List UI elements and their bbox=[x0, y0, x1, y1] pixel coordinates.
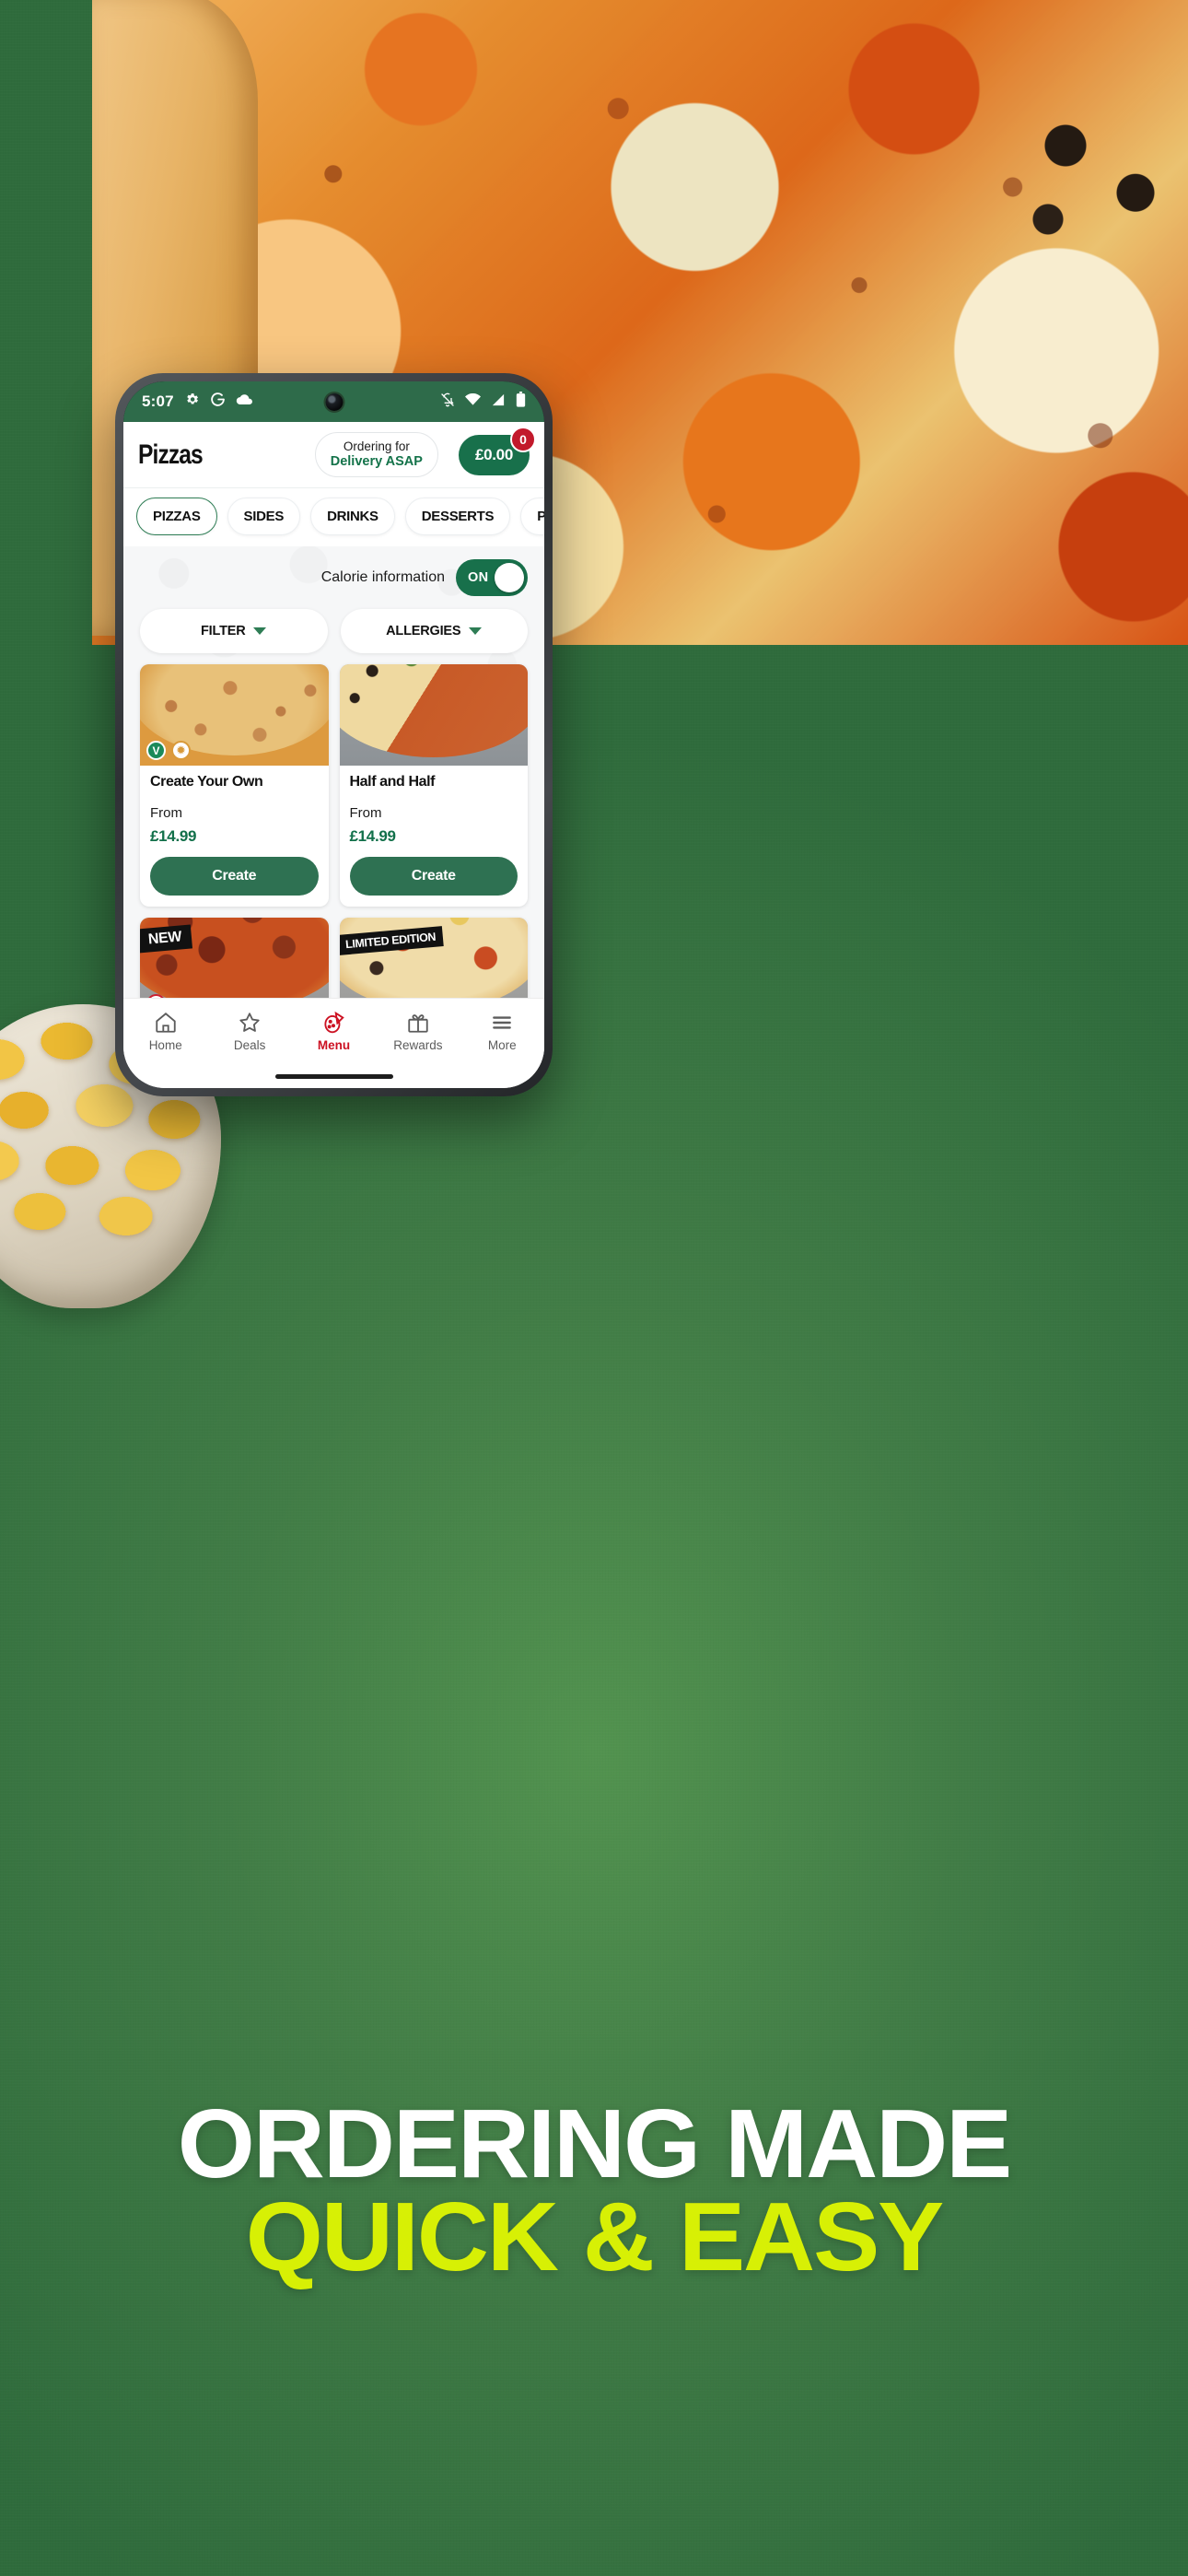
marketing-line-2: QUICK & EASY bbox=[245, 2183, 945, 2292]
calorie-toggle-state: ON bbox=[468, 570, 489, 585]
nav-item-rewards[interactable]: Rewards bbox=[376, 1011, 460, 1052]
phone-mockup: 5:07 Pizzas Ordering for Delivery ASAP £… bbox=[115, 373, 553, 1096]
allergies-button-label: ALLERGIES bbox=[386, 624, 461, 638]
nav-label-home: Home bbox=[148, 1038, 182, 1052]
tab-drinks[interactable]: DRINKS bbox=[310, 498, 395, 535]
product-body: Half and Half From £14.99 Create bbox=[340, 766, 529, 907]
star-icon bbox=[239, 1013, 260, 1032]
product-image: LIMITED EDITION bbox=[339, 918, 528, 998]
allergies-button[interactable]: ALLERGIES bbox=[340, 609, 528, 653]
product-title: Create Your Own bbox=[150, 774, 263, 790]
filter-button[interactable]: FILTER bbox=[140, 609, 328, 653]
hero-olives bbox=[1013, 101, 1188, 249]
create-button[interactable]: Create bbox=[349, 857, 518, 896]
nav-label-deals: Deals bbox=[233, 1038, 266, 1052]
page-title: Pizzas bbox=[138, 439, 204, 470]
product-card[interactable]: Half and Half From £14.99 Create bbox=[339, 664, 529, 907]
home-icon bbox=[156, 1013, 176, 1033]
nav-item-deals[interactable]: Deals bbox=[207, 1011, 291, 1052]
marketing-line-1: ORDERING MADE bbox=[177, 2090, 1013, 2198]
ordering-for-value: Delivery ASAP bbox=[330, 453, 423, 469]
tab-desserts[interactable]: DESSERTS bbox=[404, 498, 511, 535]
gluten-icon: ✹ bbox=[171, 741, 191, 760]
calorie-info-label: Calorie information bbox=[320, 569, 445, 585]
vegetarian-icon: V bbox=[146, 741, 166, 760]
filter-row: FILTER ALLERGIES bbox=[123, 602, 544, 664]
product-title: Half and Half bbox=[349, 774, 436, 790]
chevron-down-icon bbox=[469, 627, 483, 635]
hamburger-menu-icon bbox=[493, 1016, 512, 1029]
tab-papa[interactable]: PAPA bbox=[520, 498, 544, 535]
product-price-label: From bbox=[349, 805, 382, 821]
product-card[interactable]: LIMITED EDITION All Day Breakfast 10 sli… bbox=[339, 918, 528, 998]
chevron-down-icon bbox=[253, 627, 267, 635]
tab-sides[interactable]: SIDES bbox=[227, 498, 301, 535]
create-button[interactable]: Create bbox=[150, 857, 319, 896]
signal-icon bbox=[491, 393, 506, 411]
calorie-info-row: Calorie information ON bbox=[123, 546, 544, 602]
marketing-text: ORDERING MADE QUICK & EASY bbox=[0, 2090, 1188, 2292]
wifi-icon bbox=[465, 392, 481, 411]
nav-item-menu[interactable]: Menu bbox=[292, 1011, 376, 1052]
basket-count-badge: 0 bbox=[510, 426, 536, 452]
product-card[interactable]: V ✹ Create Your Own From £14.99 Create bbox=[140, 664, 329, 907]
product-body: Create Your Own From £14.99 Create bbox=[140, 766, 329, 907]
nav-label-menu: Menu bbox=[317, 1038, 351, 1052]
gesture-bar bbox=[123, 1064, 544, 1088]
tab-pizzas[interactable]: PIZZAS bbox=[136, 498, 217, 535]
filter-button-label: FILTER bbox=[201, 624, 246, 638]
status-bar-left: 5:07 bbox=[142, 392, 253, 412]
google-g-icon bbox=[210, 392, 226, 412]
toggle-knob bbox=[495, 563, 524, 592]
product-price: £14.99 bbox=[349, 827, 397, 845]
category-tabs: PIZZAS SIDES DRINKS DESSERTS PAPA bbox=[123, 488, 544, 546]
home-indicator[interactable] bbox=[274, 1073, 393, 1079]
diet-icon-group: V ✹ bbox=[146, 741, 191, 760]
app-header: Pizzas Ordering for Delivery ASAP £0.00 … bbox=[123, 422, 544, 488]
pizza-icon bbox=[324, 1011, 345, 1034]
product-price: £14.99 bbox=[150, 827, 197, 845]
product-grid: V ✹ Create Your Own From £14.99 Create H… bbox=[123, 664, 544, 998]
ordering-for-button[interactable]: Ordering for Delivery ASAP bbox=[314, 432, 438, 477]
status-bar: 5:07 bbox=[123, 381, 544, 422]
menu-scroll-area[interactable]: Calorie information ON FILTER ALLERGIES bbox=[123, 546, 544, 998]
product-image bbox=[339, 664, 528, 766]
ordering-for-label: Ordering for bbox=[343, 439, 410, 454]
battery-icon bbox=[516, 392, 526, 412]
gear-icon bbox=[184, 392, 200, 412]
nav-item-more[interactable]: More bbox=[460, 1011, 544, 1052]
status-bar-right bbox=[440, 392, 526, 412]
product-image: NEW ≋ bbox=[140, 918, 329, 998]
basket-wrapper: £0.00 0 bbox=[458, 426, 536, 475]
cloud-icon bbox=[236, 392, 253, 412]
new-flag-badge: NEW bbox=[140, 924, 193, 954]
nav-label-rewards: Rewards bbox=[393, 1038, 443, 1052]
nav-item-home[interactable]: Home bbox=[123, 1011, 207, 1052]
product-price-label: From bbox=[150, 805, 182, 821]
product-image: V ✹ bbox=[140, 664, 329, 766]
bottom-navigation: Home Deals Menu Rewards More bbox=[123, 998, 544, 1064]
product-card[interactable]: NEW ≋ 'Nduja and Pepperoni 10 slices / 2… bbox=[140, 918, 329, 998]
limited-edition-flag-badge: LIMITED EDITION bbox=[339, 926, 444, 955]
nav-label-more: More bbox=[487, 1038, 517, 1052]
bell-off-icon bbox=[440, 392, 455, 412]
camera-punch-hole bbox=[325, 393, 343, 411]
status-clock: 5:07 bbox=[142, 392, 174, 410]
gift-icon bbox=[408, 1014, 428, 1033]
app-content: Pizzas Ordering for Delivery ASAP £0.00 … bbox=[123, 422, 544, 1088]
calorie-info-toggle[interactable]: ON bbox=[456, 559, 528, 596]
phone-screen: 5:07 Pizzas Ordering for Delivery ASAP £… bbox=[123, 381, 544, 1088]
